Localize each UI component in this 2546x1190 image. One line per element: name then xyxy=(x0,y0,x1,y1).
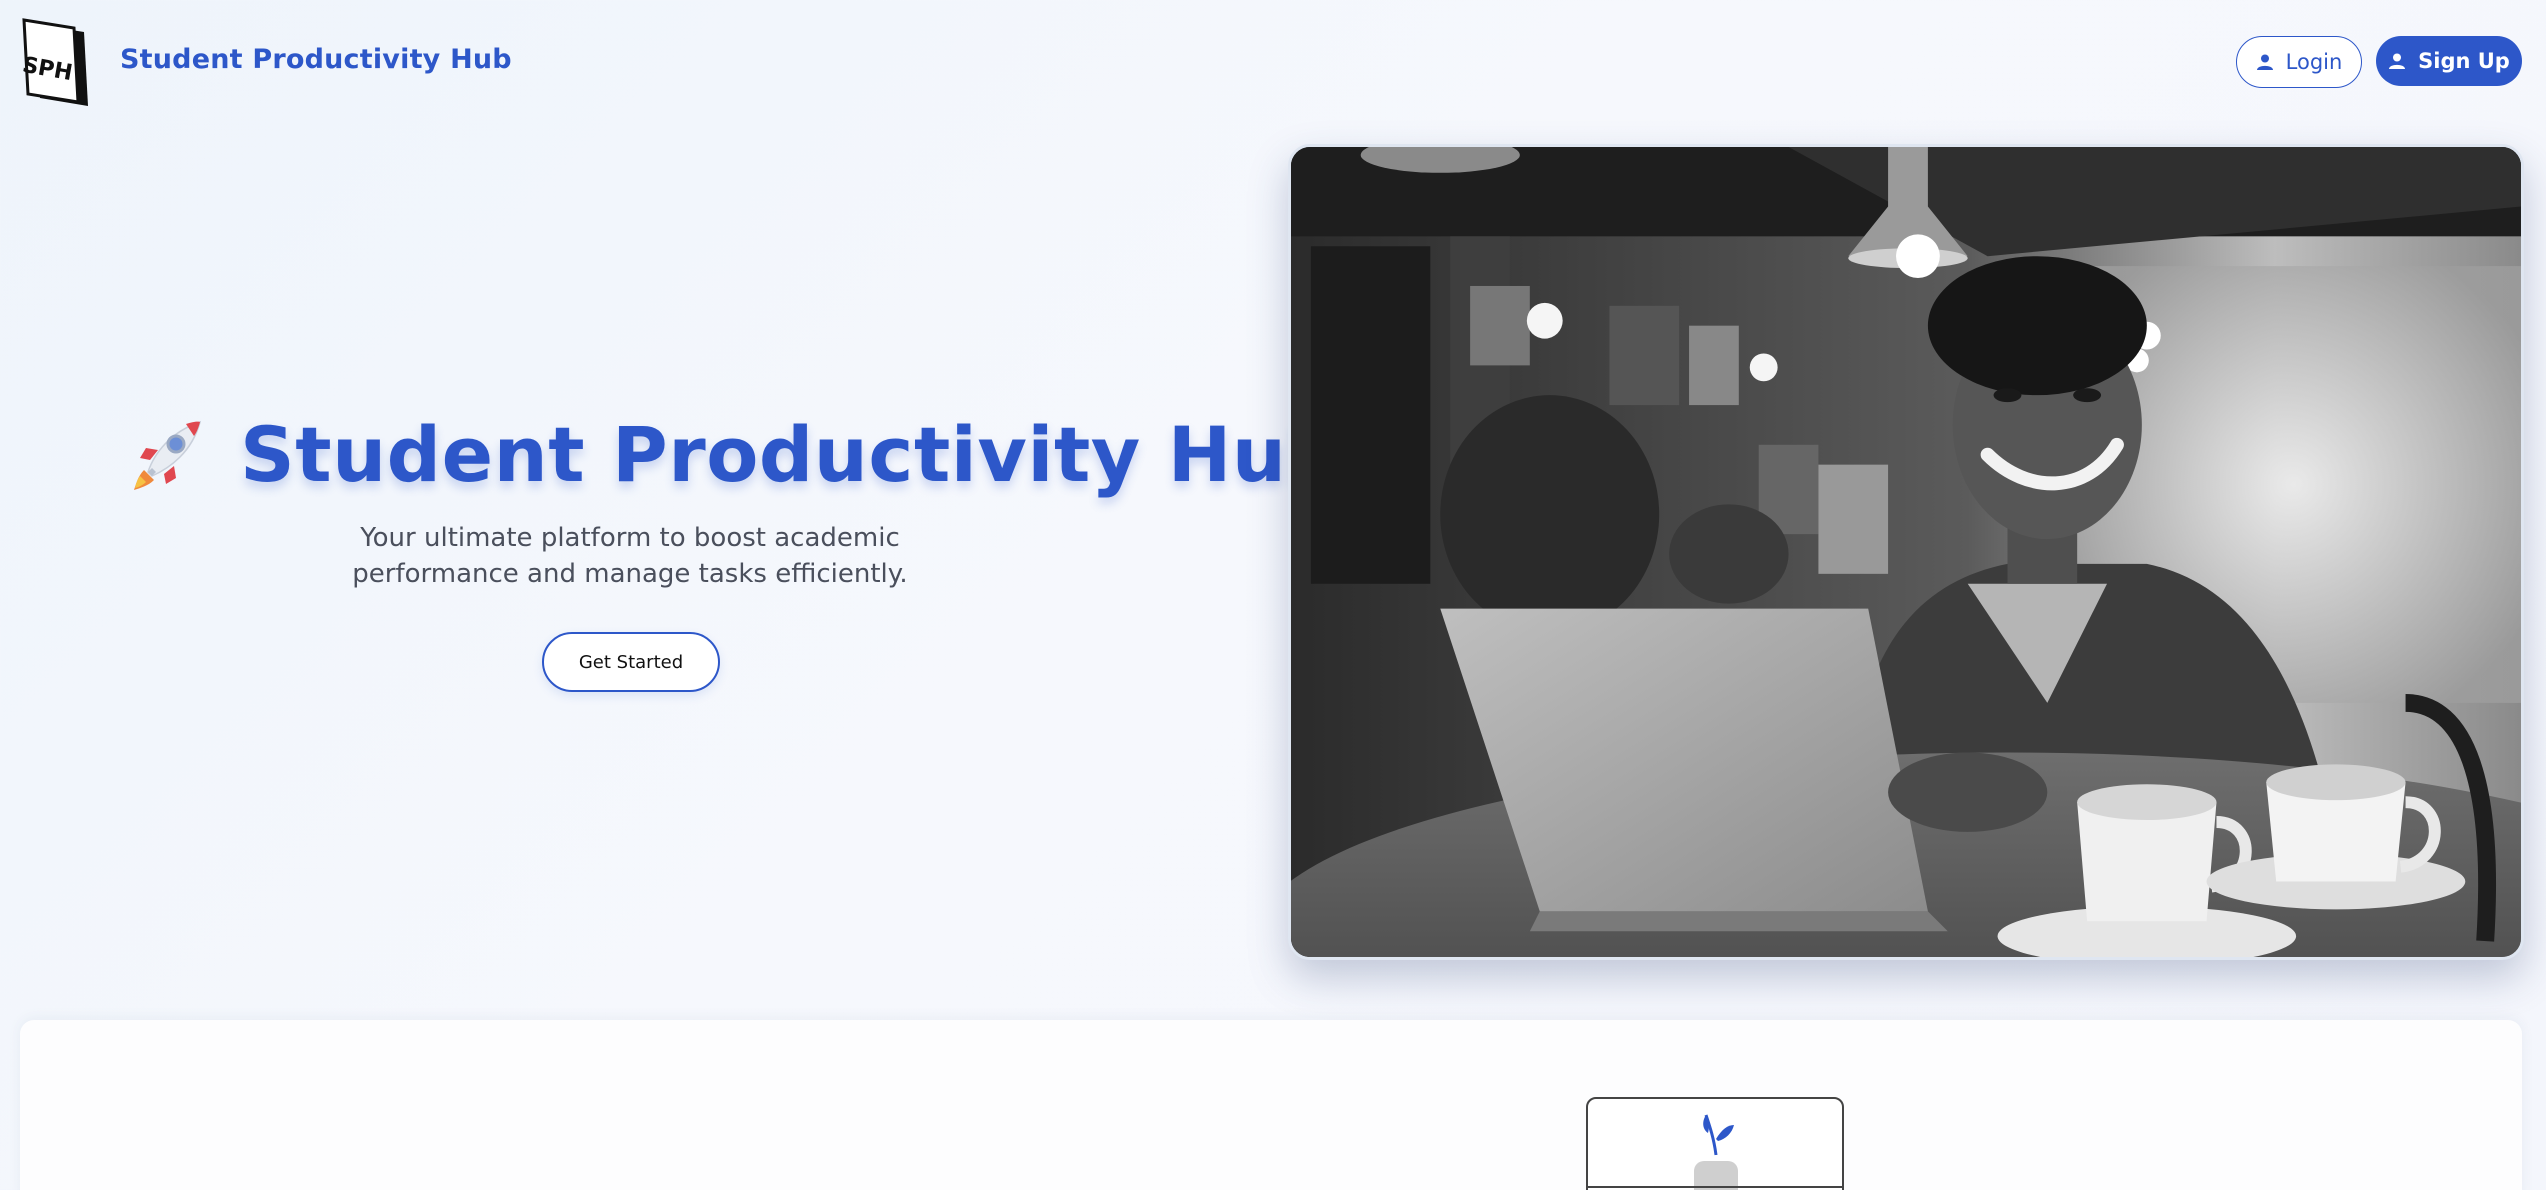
plant-icon xyxy=(1588,1114,1842,1190)
hero-subtitle: Your ultimate platform to boost academic… xyxy=(352,523,908,589)
hero-title-row: Student Productivity Hub xyxy=(126,404,1341,504)
login-button[interactable]: Login xyxy=(2236,36,2362,88)
logo[interactable]: SPH xyxy=(18,14,92,110)
logo-icon: SPH xyxy=(20,18,88,106)
rocket-icon xyxy=(134,420,202,490)
hero-image xyxy=(1288,144,2524,960)
features-section xyxy=(20,1020,2522,1190)
login-label: Login xyxy=(2285,50,2343,74)
student-laptop-photo xyxy=(1291,147,2521,957)
signup-button[interactable]: Sign Up xyxy=(2376,36,2522,86)
user-icon xyxy=(2256,54,2273,70)
hero-title: Student Productivity Hub xyxy=(240,409,1342,499)
get-started-button[interactable]: Get Started xyxy=(542,632,720,692)
plant-illustration xyxy=(1586,1097,1844,1190)
signup-label: Sign Up xyxy=(2418,49,2510,73)
user-icon xyxy=(2389,53,2406,69)
top-navbar: SPH Student Productivity Hub Login Sign … xyxy=(0,0,2546,122)
brand-name[interactable]: Student Productivity Hub xyxy=(120,44,512,75)
